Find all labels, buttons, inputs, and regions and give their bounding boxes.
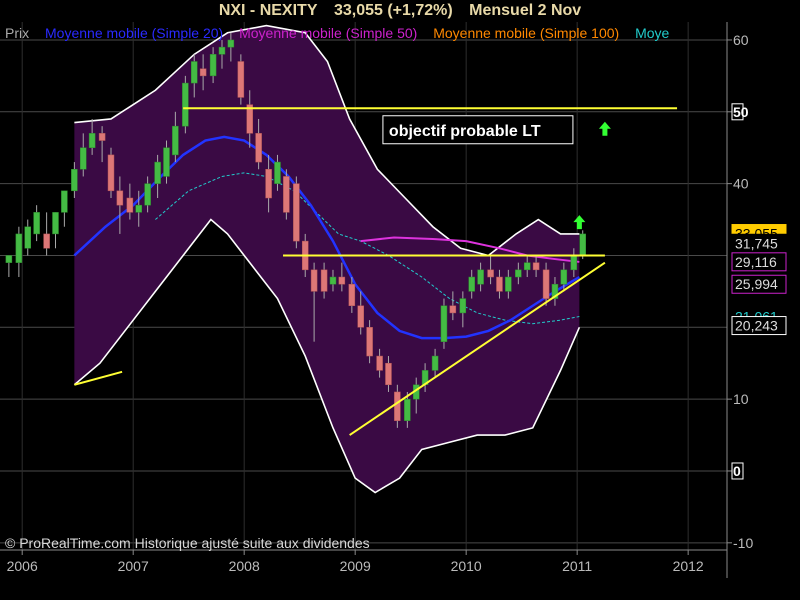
candle-body: [265, 169, 272, 199]
candle-body: [283, 176, 290, 213]
candle-body: [88, 133, 96, 148]
candle-body: [376, 355, 383, 371]
candle-body: [182, 82, 189, 127]
candle-body: [237, 61, 245, 98]
candle-body: [570, 255, 578, 271]
candle-body: [532, 262, 540, 271]
candle-body: [385, 362, 392, 386]
candle-body: [52, 212, 59, 235]
candle-body: [79, 147, 87, 170]
price-tag-label: 29,116: [735, 254, 777, 270]
candle-body: [320, 269, 328, 292]
candle-body: [33, 212, 40, 235]
candle-body: [487, 269, 494, 278]
candle-body: [5, 255, 13, 263]
candle-body: [431, 355, 439, 371]
candle-body: [61, 190, 68, 213]
candle-body: [135, 204, 142, 213]
x-tick-label: 2006: [7, 558, 38, 574]
candle-body: [255, 133, 262, 163]
copyright-notice: © ProRealTime.com Historique ajusté suit…: [5, 535, 370, 551]
x-tick-label: 2012: [673, 558, 704, 574]
candle-body: [505, 276, 512, 292]
candle-body: [218, 46, 226, 55]
candle-body: [43, 233, 50, 249]
candle-body: [579, 233, 586, 256]
candle-body: [515, 269, 522, 278]
candle-body: [126, 197, 134, 213]
candle-body: [404, 398, 411, 421]
candle-body: [366, 327, 373, 357]
candle-body: [154, 161, 161, 184]
candle-body: [338, 276, 346, 285]
candle-body: [209, 54, 217, 77]
annotation-text: objectif probable LT: [389, 123, 541, 140]
legend-item-ma50[interactable]: Moyenne mobile (Simple 50): [239, 25, 417, 41]
candle-body: [144, 183, 151, 206]
candle-body: [440, 305, 448, 342]
candle-body: [24, 226, 31, 249]
candle-body: [394, 391, 401, 421]
price-chart[interactable]: objectif probable LT 60 50 40 0 10 -10 2006 200…: [0, 0, 800, 600]
chart-title-bar: NXI - NEXITY 33,055 (+1,72%) Mensuel 2 N…: [0, 0, 800, 22]
x-tick-label: 2007: [118, 558, 149, 574]
x-tick-label: 2010: [451, 558, 482, 574]
symbol-title: NXI - NEXITY: [218, 2, 318, 19]
candle-body: [107, 154, 115, 192]
y-tick-label: 60: [733, 32, 749, 48]
y-tick-label: 50: [733, 104, 749, 120]
candle-body: [163, 147, 170, 177]
y-tick-label: 0: [733, 463, 741, 479]
period-label: Mensuel 2 Nov: [469, 2, 582, 19]
candle-body: [293, 183, 300, 242]
candle-body: [560, 269, 568, 285]
legend-item-price[interactable]: Prix: [5, 25, 29, 41]
x-tick-label: 2009: [340, 558, 371, 574]
candle-body: [468, 276, 475, 292]
candle-body: [190, 61, 198, 84]
price-tag-label: 20,243: [735, 318, 778, 334]
price-tag-label: 25,994: [735, 276, 778, 292]
legend: Prix Moyenne mobile (Simple 20) Moyenne …: [5, 24, 727, 42]
candle-body: [199, 68, 207, 77]
candle-body: [348, 283, 356, 307]
price-change: 33,055 (+1,72%): [333, 2, 453, 19]
candle-body: [459, 298, 467, 314]
x-tick-label: 2011: [562, 558, 592, 574]
y-tick-label: 10: [733, 391, 749, 407]
legend-item-ma20[interactable]: Moyenne mobile (Simple 20): [45, 25, 223, 41]
candle-body: [15, 233, 23, 263]
y-tick-label: -10: [733, 535, 753, 551]
candle-body: [477, 269, 484, 285]
price-tag-label: 31,745: [735, 235, 778, 251]
price-tags-layer: 33,05531,74529,11625,99421,06120,243: [731, 224, 787, 336]
candle-body: [71, 169, 78, 192]
candle-body: [172, 125, 179, 156]
candle-body: [523, 262, 531, 271]
y-tick-label: 40: [733, 176, 749, 192]
candle-body: [357, 305, 364, 328]
candle-body: [329, 276, 337, 285]
candle-body: [116, 190, 124, 206]
candle-body: [496, 276, 503, 292]
legend-item-extra[interactable]: Moye: [635, 25, 669, 41]
candle-body: [274, 161, 281, 184]
x-tick-label: 2008: [229, 558, 260, 574]
candle-body: [449, 305, 457, 314]
candle-body: [310, 269, 318, 292]
legend-item-ma100[interactable]: Moyenne mobile (Simple 100): [433, 25, 619, 41]
candle-body: [542, 269, 550, 299]
candle-body: [98, 133, 106, 141]
